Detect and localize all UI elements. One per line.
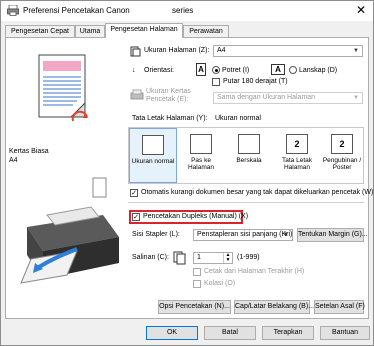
printing-preferences-window: Preferensi Pencetakan Canon series ✕ Pen… (0, 0, 374, 346)
layout-option-label: Pas ke (191, 157, 211, 164)
orientation-label: Orientasi: (144, 67, 174, 74)
window-title-text: Preferensi Pencetakan Canon (23, 6, 132, 15)
last-page-first-label: Cetak dari Halaman Terakhir (H) (204, 268, 305, 275)
page-size-icon (130, 46, 141, 57)
duplex-checkbox[interactable]: ✓ (132, 213, 140, 221)
page-layout-2-icon: 2 (286, 134, 308, 154)
rotate-180-label: Putar 180 derajat (T) (223, 78, 288, 85)
tiling-poster-icon: 2 (331, 134, 353, 154)
auto-reduce-label: Otomatis kurangi dokumen besar yang tak … (141, 189, 374, 196)
window-title-suffix: series (171, 6, 194, 15)
layout-option-label: Berskala (236, 157, 262, 164)
auto-reduce-checkbox[interactable]: ✓ (130, 189, 138, 197)
layout-option-label-2: Halaman (283, 164, 310, 171)
stapling-select[interactable]: Penstapleran sisi panjang (Kri) ▼ (193, 229, 293, 241)
layout-option-label-2: Poster (332, 164, 352, 171)
printer-paper-select: Sama dengan Ukuran Halaman ▼ (213, 92, 363, 104)
chevron-down-icon: ▼ (353, 95, 359, 101)
layout-option-page-layout[interactable]: 2 Tata Letak Halaman (273, 128, 321, 183)
chevron-down-icon: ▼ (353, 48, 359, 54)
tab-page-setup[interactable]: Pengesetan Halaman (105, 23, 183, 38)
collate-label: Kolasi (O) (204, 280, 236, 287)
page-size-select[interactable]: A4 ▼ (213, 45, 363, 57)
cancel-button[interactable]: Batal (204, 326, 256, 340)
collate-checkbox (193, 280, 201, 288)
tab-quick-setup[interactable]: Pengesetan Cepat (5, 25, 75, 37)
printer-paper-value: Sama dengan Ukuran Halaman (217, 94, 316, 101)
stapling-label: Sisi Stapler (L): (132, 231, 180, 238)
normal-size-icon (142, 135, 164, 155)
ok-button[interactable]: OK (146, 326, 198, 340)
orientation-arrow-icon: ↓ (132, 67, 136, 74)
page-layout-list: Ukuran normal Pas ke Halaman Berskala 2 … (128, 127, 364, 184)
copies-range: (1-999) (237, 254, 260, 261)
layout-option-label: Pengubinan / (322, 157, 362, 164)
layout-option-scaled[interactable]: Berskala (225, 128, 273, 183)
layout-option-normal[interactable]: Ukuran normal (129, 128, 177, 183)
divider (128, 202, 364, 203)
landscape-radio[interactable] (289, 66, 297, 74)
tab-main[interactable]: Utama (75, 25, 105, 37)
copies-icon (173, 251, 186, 265)
rotate-180-checkbox[interactable] (212, 78, 220, 86)
duplex-label: Pencetakan Dupleks (Manual) (X) (143, 213, 249, 220)
stamp-background-button[interactable]: Cap/Latar Belakang (B)... (234, 300, 314, 314)
printer-paper-label-1: Ukuran Kertas (146, 88, 191, 95)
help-button[interactable]: Bantuan (320, 326, 370, 340)
page-layout-label: Tata Letak Halaman (Y): (132, 115, 208, 122)
layout-option-fit-to-page[interactable]: Pas ke Halaman (177, 128, 225, 183)
stapling-value: Penstapleran sisi panjang (Kri) (197, 231, 293, 238)
portrait-label: Potret (I) (222, 67, 250, 74)
paper-sheet-icon (92, 177, 107, 198)
window-title: Preferensi Pencetakan Canon series (23, 6, 193, 15)
copies-stepper[interactable]: 1 ▲ ▼ (193, 252, 233, 264)
fit-to-page-icon (190, 134, 212, 154)
copies-value: 1 (197, 254, 201, 261)
layout-option-tiling-poster[interactable]: 2 Pengubinan / Poster (321, 128, 363, 183)
landscape-label: Lanskap (D) (299, 67, 338, 74)
portrait-icon: A (196, 63, 206, 76)
stepper-arrows-icon[interactable]: ▲ ▼ (223, 253, 232, 263)
tab-maintenance[interactable]: Perawatan (183, 25, 229, 37)
apply-button[interactable]: Terapkan (262, 326, 314, 340)
layout-option-label: Ukuran normal (131, 158, 175, 165)
specify-margin-button[interactable]: Tentukan Margin (G)... (297, 228, 368, 242)
printer-illustration-icon (20, 206, 119, 284)
copies-label: Salinan (C): (132, 254, 169, 261)
defaults-button[interactable]: Setelan Asal (F) (314, 300, 365, 314)
print-options-button[interactable]: Opsi Pencetakan (N)... (158, 300, 231, 314)
portrait-radio[interactable] (212, 66, 220, 74)
media-type-text: Kertas Biasa (9, 148, 49, 155)
printer-paper-label-2: Pencetak (E): (146, 96, 189, 103)
page-layout-value: Ukuran normal (215, 115, 261, 122)
printer-paper-icon (130, 89, 144, 100)
close-icon[interactable]: ✕ (355, 4, 367, 16)
page-preview-icon (38, 54, 88, 122)
page-size-value: A4 (217, 47, 226, 54)
layout-option-label-2: Halaman (187, 164, 214, 171)
landscape-icon: A (271, 64, 285, 75)
scaled-icon (238, 134, 260, 154)
chevron-down-icon: ▼ (283, 232, 289, 238)
title-bar: Preferensi Pencetakan Canon series ✕ (1, 1, 373, 21)
printer-app-icon (7, 5, 19, 16)
page-size-label: Ukuran Halaman (Z): (144, 47, 210, 54)
layout-option-label: Tata Letak (282, 157, 312, 164)
last-page-first-checkbox (193, 268, 201, 276)
paper-size-text: A4 (9, 157, 18, 164)
